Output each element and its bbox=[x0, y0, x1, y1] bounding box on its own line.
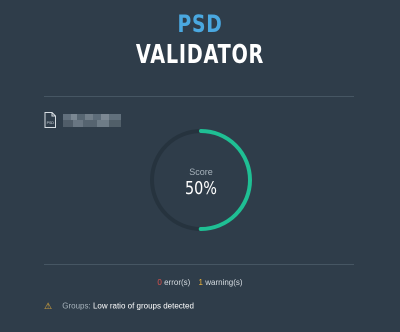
psd-icon-label: PSD bbox=[47, 121, 55, 125]
score-label: Score bbox=[189, 167, 213, 177]
title-validator: VALIDATOR bbox=[135, 40, 265, 70]
score-value: 50% bbox=[184, 178, 217, 199]
issue-message: Low ratio of groups detected bbox=[92, 301, 194, 311]
error-count: 0 bbox=[157, 278, 162, 287]
issue-category: Groups: bbox=[62, 301, 91, 311]
warning-count: 1 bbox=[198, 278, 203, 287]
psd-file-icon: PSD bbox=[44, 112, 56, 128]
divider-top bbox=[44, 96, 354, 97]
issue-row: ⚠ Groups: Low ratio of groups detected bbox=[44, 301, 194, 313]
divider-bottom bbox=[44, 264, 354, 265]
error-label: error(s) bbox=[164, 278, 191, 287]
title-psd: PSD bbox=[177, 10, 223, 38]
issue-summary: 0 error(s) 1 warning(s) bbox=[0, 278, 400, 287]
warning-label: warning(s) bbox=[205, 278, 243, 287]
file-name-redacted bbox=[63, 114, 121, 127]
warning-icon: ⚠ bbox=[44, 301, 53, 311]
